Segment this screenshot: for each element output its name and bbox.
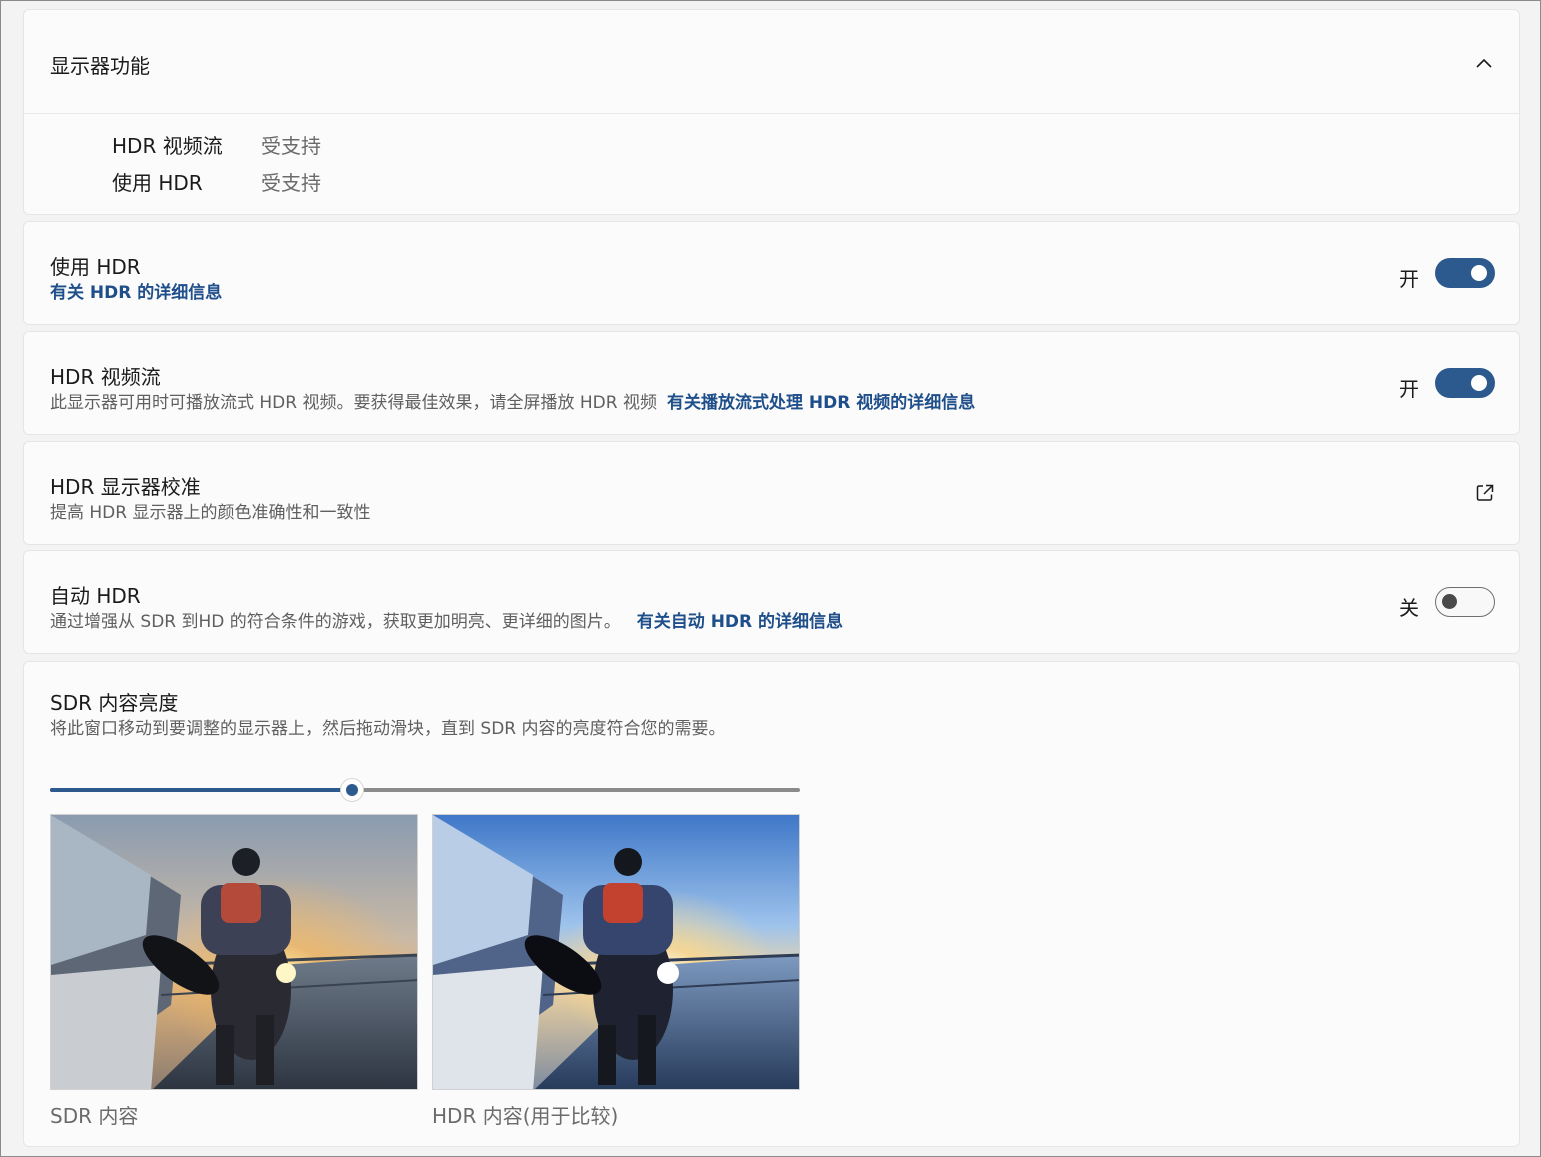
settings-frame: 显示器功能 HDR 视频流 受支持 使用 HDR 受支持 使用 HDR 有关 H… — [0, 0, 1541, 1157]
display-capabilities-title: 显示器功能 — [50, 54, 150, 78]
auto-hdr-desc-text: 通过增强从 SDR 到HD 的符合条件的游戏，获取更加明亮、更详细的图片。 — [50, 612, 621, 632]
caps-label: HDR 视频流 — [112, 134, 223, 158]
toggle-knob — [1471, 265, 1487, 281]
sdr-content-caption: SDR 内容 — [50, 1104, 139, 1128]
caps-label: 使用 HDR — [112, 171, 203, 195]
slider-fill — [50, 788, 353, 792]
use-hdr-toggle[interactable] — [1435, 258, 1495, 288]
hdr-streaming-card: HDR 视频流 此显示器可用时可播放流式 HDR 视频。要获得最佳效果，请全屏播… — [23, 331, 1520, 435]
hdr-streaming-description: 此显示器可用时可播放流式 HDR 视频。要获得最佳效果，请全屏播放 HDR 视频… — [50, 388, 975, 413]
auto-hdr-toggle[interactable] — [1435, 587, 1495, 617]
display-capabilities-card: 显示器功能 HDR 视频流 受支持 使用 HDR 受支持 — [23, 9, 1520, 215]
hdr-content-caption: HDR 内容(用于比较) — [432, 1104, 619, 1128]
sdr-preview-image — [50, 814, 418, 1090]
caps-value: 受支持 — [261, 171, 321, 195]
hdr-calibration-description: 提高 HDR 显示器上的颜色准确性和一致性 — [50, 503, 371, 523]
slider-thumb[interactable] — [340, 778, 365, 802]
hdr-streaming-state: 开 — [1399, 377, 1419, 401]
hdr-preview-image — [432, 814, 800, 1090]
auto-hdr-info-link[interactable]: 有关自动 HDR 的详细信息 — [637, 612, 843, 632]
display-capabilities-header[interactable]: 显示器功能 — [24, 10, 1519, 114]
auto-hdr-title: 自动 HDR — [50, 584, 141, 608]
sdr-brightness-card: SDR 内容亮度 将此窗口移动到要调整的显示器上，然后拖动滑块，直到 SDR 内… — [23, 661, 1520, 1147]
use-hdr-card: 使用 HDR 有关 HDR 的详细信息 开 — [23, 221, 1520, 325]
auto-hdr-description: 通过增强从 SDR 到HD 的符合条件的游戏，获取更加明亮、更详细的图片。 有关自… — [50, 607, 843, 632]
hdr-calibration-card[interactable]: HDR 显示器校准 提高 HDR 显示器上的颜色准确性和一致性 — [23, 441, 1520, 545]
hdr-streaming-desc-text: 此显示器可用时可播放流式 HDR 视频。要获得最佳效果，请全屏播放 HDR 视频 — [50, 393, 657, 413]
auto-hdr-state: 关 — [1399, 596, 1419, 620]
chevron-up-icon[interactable] — [1475, 54, 1493, 73]
sdr-brightness-description: 将此窗口移动到要调整的显示器上，然后拖动滑块，直到 SDR 内容的亮度符合您的需… — [50, 719, 726, 739]
hdr-calibration-title: HDR 显示器校准 — [50, 475, 201, 499]
hdr-streaming-title: HDR 视频流 — [50, 365, 161, 389]
caps-value: 受支持 — [261, 134, 321, 158]
toggle-knob — [1442, 594, 1457, 609]
toggle-knob — [1471, 375, 1487, 391]
hdr-streaming-toggle[interactable] — [1435, 368, 1495, 398]
hdr-streaming-info-link[interactable]: 有关播放流式处理 HDR 视频的详细信息 — [667, 393, 975, 413]
use-hdr-title: 使用 HDR — [50, 255, 141, 279]
open-external-icon[interactable] — [1475, 483, 1495, 507]
auto-hdr-card: 自动 HDR 通过增强从 SDR 到HD 的符合条件的游戏，获取更加明亮、更详细… — [23, 550, 1520, 654]
use-hdr-state: 开 — [1399, 267, 1419, 291]
sdr-brightness-title: SDR 内容亮度 — [50, 691, 179, 715]
sdr-brightness-slider[interactable] — [50, 778, 800, 802]
use-hdr-info-link[interactable]: 有关 HDR 的详细信息 — [50, 278, 222, 303]
